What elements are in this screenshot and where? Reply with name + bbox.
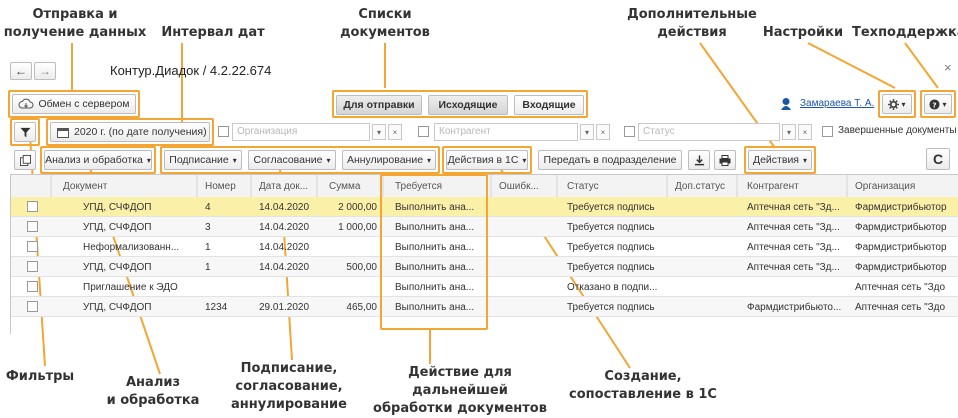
copy-icon — [19, 154, 31, 166]
cell-status: Требуется подпись — [567, 302, 655, 313]
counterparty-dropdown-button[interactable]: ▾ — [580, 124, 594, 140]
cell-sum: 1 000,00 — [338, 222, 377, 233]
back-button[interactable]: ← — [10, 62, 32, 80]
back-arrow-icon: ← — [15, 64, 27, 78]
counterparty-checkbox[interactable] — [418, 126, 429, 137]
counterparty-field[interactable]: Контрагент — [434, 123, 578, 141]
highlight-settings — [878, 90, 916, 118]
copy-button[interactable] — [14, 150, 36, 170]
cell-document: УПД, СЧФДОП — [83, 222, 152, 233]
row-checkbox[interactable] — [27, 281, 38, 292]
cell-document: УПД, СЧФДОП — [83, 202, 152, 213]
highlight-1c — [442, 146, 532, 174]
cell-status: Требуется подпись — [567, 242, 655, 253]
cell-document: УПД, СЧФДОП — [83, 262, 152, 273]
cell-status: Требуется подпись — [567, 202, 655, 213]
cell-document: УПД, СЧФДОП — [83, 302, 152, 313]
row-checkbox[interactable] — [27, 261, 38, 272]
forward-arrow-icon: → — [39, 64, 51, 78]
pointer-settings — [807, 42, 896, 89]
refresh-icon: C — [932, 151, 944, 167]
organization-checkbox[interactable] — [218, 126, 229, 137]
user-icon — [781, 98, 791, 110]
cell-organization: Фармдистрибьютор — [855, 262, 947, 273]
completed-docs-label: Завершенные документы — [838, 125, 957, 136]
highlight-date — [46, 118, 214, 146]
transfer-label: Передать в подразделение — [543, 154, 677, 166]
printer-icon — [719, 154, 731, 166]
row-checkbox[interactable] — [27, 201, 38, 212]
cell-number: 1234 — [205, 302, 228, 313]
cell-date: 14.04.2020 — [259, 242, 310, 253]
download-icon — [694, 154, 704, 165]
cell-status: Отказано в подпи... — [567, 282, 658, 293]
highlight-filters — [10, 118, 40, 146]
status-clear-button[interactable]: × — [798, 124, 812, 140]
cell-organization: Фармдистрибьютор — [855, 202, 947, 213]
cell-counterparty: Фармдистрибьюто... — [747, 302, 842, 313]
status-field[interactable]: Статус — [638, 123, 780, 141]
print-button[interactable] — [714, 150, 736, 170]
highlight-support — [920, 90, 956, 118]
row-checkbox[interactable] — [27, 301, 38, 312]
cell-document: Приглашение к ЭДО — [83, 282, 178, 293]
close-icon[interactable]: × — [944, 60, 952, 75]
highlight-sync — [8, 90, 140, 118]
cell-sum: 465,00 — [346, 302, 377, 313]
cell-number: 1 — [205, 262, 211, 273]
cell-status: Требуется подпись — [567, 262, 655, 273]
transfer-to-department-button[interactable]: Передать в подразделение — [538, 150, 682, 170]
cell-counterparty: Аптечная сеть "Зд... — [747, 222, 840, 233]
cell-counterparty: Аптечная сеть "Зд... — [747, 262, 840, 273]
row-checkbox[interactable] — [27, 241, 38, 252]
cell-number: 1 — [205, 242, 211, 253]
cell-sum: 2 000,00 — [338, 202, 377, 213]
cell-organization: Аптечная сеть "Здо — [855, 282, 946, 293]
cell-number: 3 — [205, 222, 211, 233]
highlight-doc-lists — [332, 90, 588, 118]
organization-field[interactable]: Организация — [232, 123, 370, 141]
highlight-signing — [160, 146, 440, 174]
cell-date: 14.04.2020 — [259, 262, 310, 273]
highlight-required-column — [380, 174, 488, 330]
cell-sum: 500,00 — [346, 262, 377, 273]
cell-document: Неформализованн... — [83, 242, 180, 253]
cell-date: 29.01.2020 — [259, 302, 310, 313]
cell-counterparty: Аптечная сеть "Зд... — [747, 242, 840, 253]
organization-clear-button[interactable]: × — [388, 124, 402, 140]
cell-status: Требуется подпись — [567, 222, 655, 233]
cell-date: 14.04.2020 — [259, 222, 310, 233]
completed-docs-checkbox[interactable] — [822, 126, 833, 137]
cell-counterparty: Аптечная сеть "Зд... — [747, 202, 840, 213]
counterparty-clear-button[interactable]: × — [596, 124, 610, 140]
row-checkbox[interactable] — [27, 221, 38, 232]
cell-date: 14.04.2020 — [259, 202, 310, 213]
cell-organization: Аптечная сеть "Здо — [855, 302, 946, 313]
cell-organization: Фармдистрибьютор — [855, 242, 947, 253]
forward-button[interactable]: → — [34, 62, 56, 80]
highlight-analysis — [40, 146, 156, 174]
cell-number: 4 — [205, 202, 211, 213]
highlight-extra-actions — [744, 146, 816, 174]
user-name-link[interactable]: Замараева Т. А. — [800, 98, 874, 109]
pointer-support — [904, 42, 939, 89]
refresh-button[interactable]: C — [926, 148, 950, 170]
status-dropdown-button[interactable]: ▾ — [782, 124, 796, 140]
status-checkbox[interactable] — [624, 126, 635, 137]
download-button[interactable] — [688, 150, 710, 170]
window-title: Контур.Диадок / 4.2.22.674 — [110, 63, 272, 78]
cell-organization: Фармдистрибьютор — [855, 222, 947, 233]
organization-dropdown-button[interactable]: ▾ — [372, 124, 386, 140]
